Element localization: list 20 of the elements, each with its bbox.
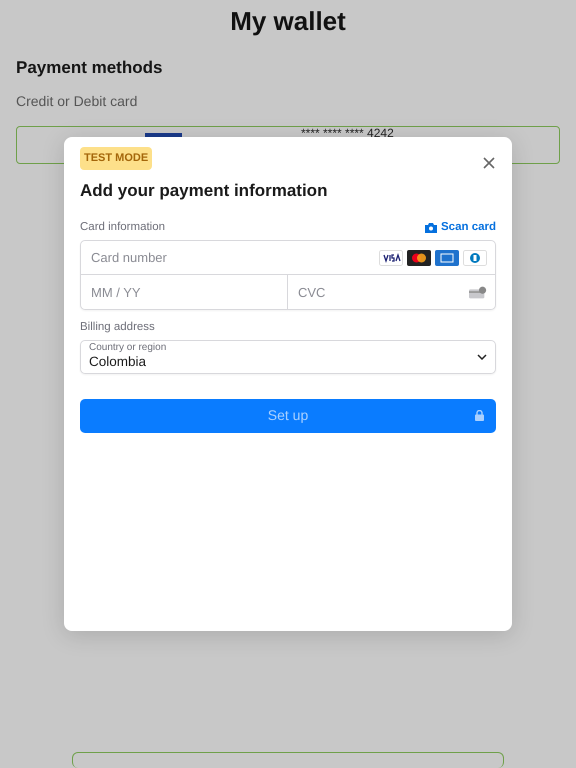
test-mode-badge: TEST MODE [80, 147, 152, 170]
cvc-field[interactable]: CVC [296, 282, 469, 303]
cvc-card-icon [468, 286, 487, 299]
diners-icon [463, 250, 487, 266]
country-select[interactable]: Country or region Colombia [80, 340, 496, 374]
page-title: My wallet [229, 5, 347, 38]
mastercard-icon [407, 250, 431, 266]
visa-icon [379, 250, 403, 266]
card-number-field[interactable]: Card number [89, 247, 379, 268]
camera-icon [425, 222, 438, 233]
dialog-title: Add your payment information [80, 180, 328, 202]
field-label: Card information [80, 220, 166, 235]
section-subtitle: Credit or Debit card [16, 92, 138, 111]
expiry-field[interactable]: MM / YY [89, 282, 279, 303]
scan-card-link[interactable]: Scan card [425, 219, 496, 236]
section-title: Payment methods [16, 57, 164, 80]
card-number: **** **** **** 4242 [301, 126, 394, 140]
chevron-down-icon [477, 354, 487, 360]
lock-icon [475, 410, 484, 420]
field-label: Billing address [80, 320, 156, 336]
